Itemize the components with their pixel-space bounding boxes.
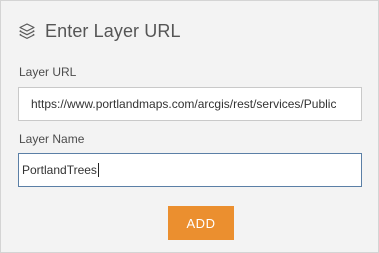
add-button[interactable]: ADD [168, 206, 234, 240]
layer-name-label: Layer Name [19, 132, 85, 146]
layers-icon [18, 22, 36, 40]
enter-layer-url-panel: Enter Layer URL Layer URL https://www.po… [0, 0, 379, 253]
text-caret [97, 163, 99, 177]
layer-url-input[interactable]: https://www.portlandmaps.com/arcgis/rest… [18, 87, 362, 121]
layer-url-label: Layer URL [19, 65, 77, 79]
layer-name-value: PortlandTrees [22, 163, 97, 177]
panel-header: Enter Layer URL [18, 18, 181, 44]
layer-name-input[interactable]: PortlandTrees [18, 153, 362, 187]
layer-url-value: https://www.portlandmaps.com/arcgis/rest… [31, 97, 337, 111]
panel-title: Enter Layer URL [45, 20, 181, 41]
